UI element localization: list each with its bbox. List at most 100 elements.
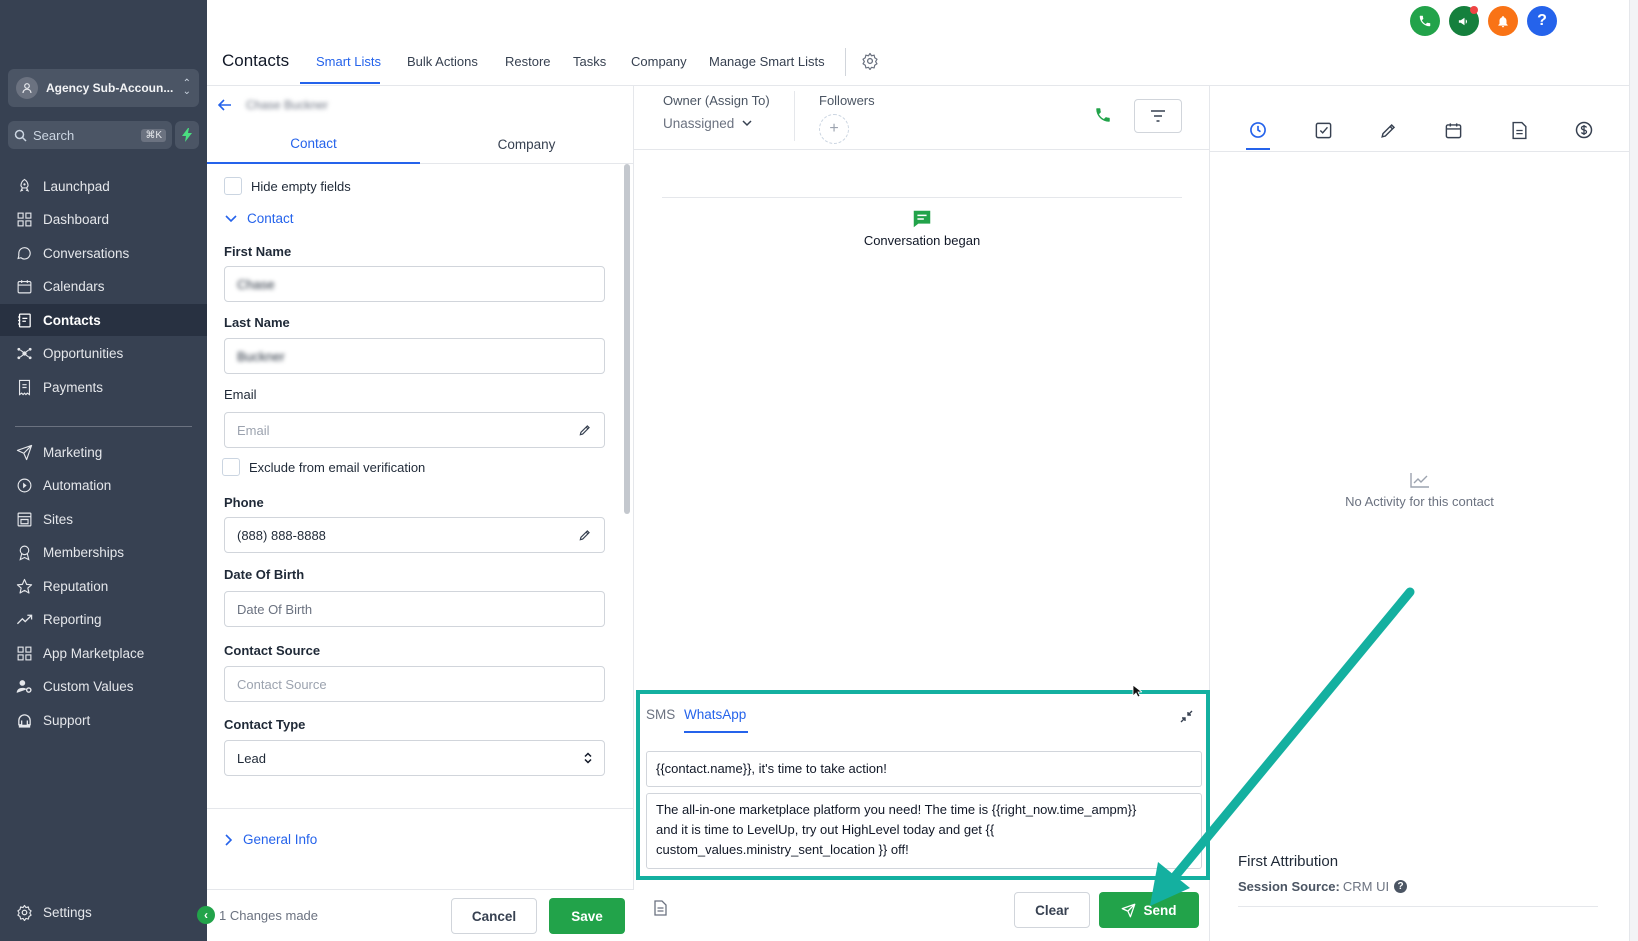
timeline-divider — [662, 197, 1182, 198]
email-field[interactable]: Email — [224, 412, 605, 448]
filter-icon — [1151, 110, 1165, 122]
contacts-top-nav: Contacts Smart Lists Bulk Actions Restor… — [207, 40, 1638, 86]
source-label: Contact Source — [224, 643, 321, 658]
tab-manage-smart-lists[interactable]: Manage Smart Lists — [709, 54, 825, 69]
tab-smart-lists[interactable]: Smart Lists — [316, 54, 381, 69]
notifications-button[interactable] — [1488, 6, 1518, 36]
sidebar-item-app-marketplace[interactable]: App Marketplace — [0, 637, 207, 669]
dob-field[interactable]: Date Of Birth — [224, 591, 605, 627]
sidebar-item-contacts[interactable]: Contacts — [0, 304, 207, 336]
tab-contact[interactable]: Contact — [207, 124, 420, 164]
tab-bulk-actions[interactable]: Bulk Actions — [407, 54, 478, 69]
exclude-email-verification[interactable]: Exclude from email verification — [222, 458, 425, 476]
dob-label: Date Of Birth — [224, 567, 305, 582]
announcements-button[interactable] — [1449, 6, 1479, 36]
tab-payments[interactable] — [1572, 118, 1596, 142]
tab-sms[interactable]: SMS — [646, 707, 675, 722]
contacts-icon — [15, 311, 34, 330]
source-field[interactable]: Contact Source — [224, 666, 605, 702]
sidebar-item-reputation[interactable]: Reputation — [0, 570, 207, 602]
add-follower-button[interactable]: + — [819, 114, 849, 144]
sidebar: Agency Sub-Accoun... ⌃ ⌄ Search ⌘K Launch… — [0, 0, 207, 941]
search-label: Search — [33, 127, 75, 143]
sidebar-item-reporting[interactable]: Reporting — [0, 604, 207, 636]
pencil-icon[interactable] — [578, 528, 592, 542]
template-button[interactable] — [654, 900, 667, 916]
first-name-field[interactable]: Chase — [224, 266, 605, 302]
hide-empty-checkbox[interactable] — [224, 177, 242, 195]
back-button[interactable] — [218, 99, 232, 111]
search-input[interactable]: Search ⌘K — [8, 121, 172, 149]
calendar-icon — [15, 277, 34, 296]
last-name-field[interactable]: Buckner — [224, 338, 605, 374]
cancel-button[interactable]: Cancel — [451, 898, 537, 934]
sidebar-item-dashboard[interactable]: Dashboard — [0, 204, 207, 236]
call-contact-button[interactable] — [1094, 106, 1112, 124]
page-scrollbar[interactable] — [1629, 0, 1638, 941]
collapse-composer-button[interactable] — [1180, 710, 1193, 723]
phone-icon — [1096, 108, 1110, 122]
exclude-checkbox[interactable] — [222, 458, 240, 476]
tab-tasks-panel[interactable] — [1311, 118, 1335, 142]
sidebar-item-custom-values[interactable]: Custom Values — [0, 671, 207, 703]
chevron-down-icon — [742, 120, 752, 127]
owner-select[interactable]: Unassigned — [663, 116, 752, 131]
save-button[interactable]: Save — [549, 898, 625, 934]
tab-appointments[interactable] — [1441, 118, 1465, 142]
panel-scrollbar[interactable] — [624, 164, 630, 514]
nav-settings-button[interactable] — [861, 52, 879, 70]
activity-panel: No Activity for this contact First Attri… — [1210, 86, 1629, 941]
hide-empty-fields[interactable]: Hide empty fields — [224, 177, 351, 195]
activity-tab-indicator — [1246, 148, 1270, 150]
sidebar-item-calendars[interactable]: Calendars — [0, 271, 207, 303]
sidebar-item-launchpad[interactable]: Launchpad — [0, 170, 207, 202]
sidebar-item-support[interactable]: Support — [0, 704, 207, 736]
apps-icon — [15, 644, 34, 663]
rocket-icon — [15, 177, 34, 196]
account-switcher[interactable]: Agency Sub-Accoun... ⌃ ⌄ — [8, 69, 199, 107]
tab-activity[interactable] — [1246, 118, 1270, 142]
contact-section-toggle[interactable]: Contact — [225, 211, 294, 226]
chart-icon — [1409, 473, 1429, 488]
message-composer: SMS WhatsApp {{contact.name}}, it's time… — [636, 690, 1210, 880]
sidebar-item-sites[interactable]: Sites — [0, 503, 207, 535]
automation-icon — [15, 476, 34, 495]
dollar-icon — [1575, 121, 1593, 139]
help-button[interactable]: ? — [1527, 6, 1557, 36]
general-info-toggle[interactable]: General Info — [225, 832, 317, 847]
sidebar-item-opportunities[interactable]: Opportunities — [0, 338, 207, 370]
first-name-label: First Name — [224, 244, 292, 259]
tab-company[interactable]: Company — [631, 54, 687, 69]
tab-tasks[interactable]: Tasks — [573, 54, 606, 69]
tab-restore[interactable]: Restore — [505, 54, 551, 69]
contact-type-select[interactable]: Lead — [224, 740, 605, 776]
chevron-left-icon[interactable]: ‹ — [197, 906, 215, 924]
filter-button[interactable] — [1134, 99, 1182, 133]
last-name-label: Last Name — [224, 315, 290, 330]
call-button[interactable] — [1410, 6, 1440, 36]
tab-documents[interactable] — [1507, 118, 1531, 142]
nav-divider — [845, 48, 846, 76]
pencil-icon[interactable] — [578, 423, 592, 437]
tab-whatsapp[interactable]: WhatsApp — [684, 707, 746, 722]
phone-field[interactable]: (888) 888-8888 — [224, 517, 605, 553]
phone-value: (888) 888-8888 — [237, 527, 326, 543]
sidebar-item-label: App Marketplace — [43, 645, 145, 661]
sidebar-item-automation[interactable]: Automation — [0, 470, 207, 502]
sidebar-item-memberships[interactable]: Memberships — [0, 537, 207, 569]
notification-dot — [1470, 6, 1478, 14]
activity-tabs-border — [1210, 151, 1629, 152]
message-subject-input[interactable]: {{contact.name}}, it's time to take acti… — [646, 751, 1202, 787]
sidebar-item-conversations[interactable]: Conversations — [0, 237, 207, 269]
sidebar-item-settings[interactable]: Settings — [0, 896, 207, 928]
clear-button[interactable]: Clear — [1014, 892, 1090, 928]
quick-actions-button[interactable] — [175, 121, 199, 149]
tab-company-details[interactable]: Company — [420, 124, 633, 164]
section-label: Contact — [247, 211, 294, 226]
send-button[interactable]: Send — [1099, 892, 1199, 928]
info-icon[interactable]: ? — [1394, 880, 1408, 893]
message-body-input[interactable]: The all-in-one marketplace platform you … — [646, 793, 1202, 869]
sidebar-item-payments[interactable]: Payments — [0, 371, 207, 403]
tab-notes[interactable] — [1376, 118, 1400, 142]
sidebar-item-marketing[interactable]: Marketing — [0, 436, 207, 468]
